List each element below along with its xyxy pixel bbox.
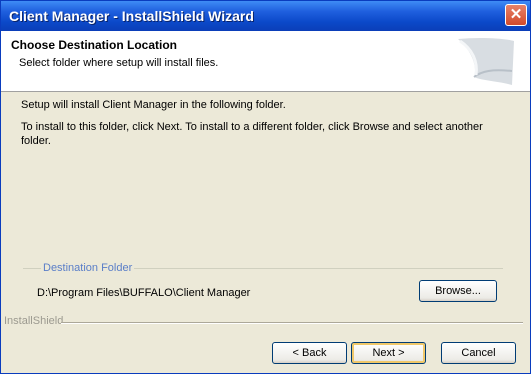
close-button[interactable]: ✕	[505, 4, 527, 26]
title-bar[interactable]: Client Manager - InstallShield Wizard ✕	[1, 1, 530, 31]
browse-button[interactable]: Browse...	[419, 280, 497, 302]
info-line-2: To install to this folder, click Next. T…	[21, 121, 483, 147]
installer-window: Client Manager - InstallShield Wizard ✕ …	[0, 0, 531, 374]
info-line-1: Setup will install Client Manager in the…	[21, 99, 286, 111]
close-icon: ✕	[509, 6, 523, 23]
wizard-header: Choose Destination Location Select folde…	[1, 31, 530, 92]
page-subtitle: Select folder where setup will install f…	[19, 57, 219, 69]
destination-path: D:\Program Files\BUFFALO\Client Manager	[37, 287, 251, 299]
page-title: Choose Destination Location	[11, 38, 178, 52]
next-button[interactable]: Next >	[351, 342, 426, 364]
footer-separator	[61, 322, 523, 324]
installshield-logo-icon	[458, 37, 514, 85]
window-title: Client Manager - InstallShield Wizard	[9, 8, 254, 24]
destination-folder-label: Destination Folder	[41, 262, 135, 274]
cancel-button[interactable]: Cancel	[441, 342, 516, 364]
back-button[interactable]: < Back	[272, 342, 347, 364]
installshield-brand-label: InstallShield	[4, 315, 64, 327]
